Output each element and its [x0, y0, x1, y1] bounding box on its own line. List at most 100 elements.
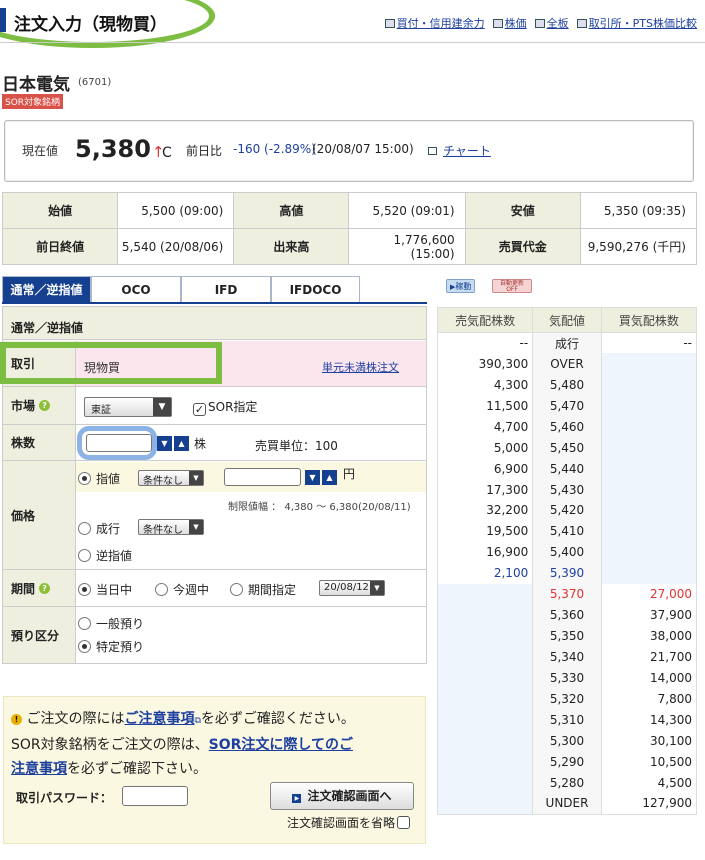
table-icon — [384, 19, 395, 28]
buy-qty: 27,000 — [600, 583, 698, 605]
odd-lot-link[interactable]: 単元未満株注文 — [322, 359, 399, 375]
sor-caution-link[interactable]: SOR注文に際してのご — [209, 737, 353, 753]
stop-order-radio[interactable]: 逆指値 — [78, 547, 132, 564]
price-down-button[interactable]: ▼ — [305, 470, 320, 485]
limit-price-input[interactable] — [224, 468, 301, 486]
yen-unit: 円 — [343, 467, 356, 481]
board-row: 16,900 5,400 — [436, 541, 698, 563]
link-full-board-text[interactable]: 全板 — [547, 17, 569, 30]
chart-link[interactable]: チャート — [428, 142, 491, 159]
period-date-value: 20/08/12 — [324, 582, 369, 593]
qty-label: 株数 — [3, 425, 75, 461]
chart-link-text[interactable]: チャート — [443, 144, 491, 158]
buy-qty — [600, 520, 698, 542]
buy-qty: 10,500 — [600, 751, 698, 773]
sell-qty — [436, 625, 534, 647]
link-buying-power[interactable]: 買付・信用建余力 — [384, 15, 485, 31]
deposit-general-radio[interactable]: 一般預り — [78, 615, 144, 632]
buy-qty: 21,700 — [600, 646, 698, 668]
board-row: 5,000 5,450 — [436, 437, 698, 459]
market-select-value: 東証 — [91, 405, 111, 416]
period-week-radio[interactable]: 今週中 — [155, 581, 209, 598]
notice-text-2a: SOR対象銘柄をご注文の際は、 — [11, 737, 209, 753]
link-full-board[interactable]: 全板 — [534, 15, 569, 31]
sell-qty — [436, 688, 534, 710]
confirm-order-button[interactable]: ▶ 注文確認画面へ — [270, 782, 414, 810]
link-buying-power-text[interactable]: 買付・信用建余力 — [397, 17, 485, 30]
sell-qty: 32,200 — [436, 500, 534, 521]
help-icon[interactable]: ? — [39, 400, 51, 411]
sor-caution-link-cont[interactable]: 注意事項 — [11, 761, 67, 777]
market-order-radio[interactable]: 成行 — [78, 520, 120, 537]
tab-ifd[interactable]: IFD — [181, 276, 271, 303]
sell-qty: 4,300 — [436, 374, 534, 396]
quote-price: 5,350 — [532, 625, 602, 647]
board-row: 5,350 38,000 — [436, 625, 698, 647]
quote-price: 5,470 — [532, 395, 602, 417]
limit-condition-select[interactable]: 条件なし ▼ — [138, 470, 204, 487]
link-stock-price-text[interactable]: 株価 — [505, 17, 527, 30]
sell-qty — [436, 772, 534, 794]
open-label: 始値 — [1, 192, 119, 229]
period-label-text: 期間 — [11, 581, 36, 596]
qty-down-button[interactable]: ▼ — [157, 436, 172, 451]
limit-radio[interactable]: 指値 — [78, 470, 120, 487]
market-condition-select[interactable]: 条件なし ▼ — [138, 519, 204, 536]
qty-up-button[interactable]: ▲ — [174, 436, 189, 451]
radio-icon[interactable] — [78, 617, 91, 630]
stock-name: 日本電気 — [2, 75, 70, 95]
buy-qty: 14,300 — [600, 709, 698, 731]
stock-code: (6701) — [78, 77, 112, 88]
period-date-select[interactable]: 20/08/12 ▼ — [319, 580, 385, 596]
password-input[interactable] — [122, 786, 188, 806]
radio-icon[interactable] — [230, 583, 243, 596]
checkbox-icon[interactable]: ✓ — [193, 403, 206, 416]
sor-checkbox[interactable]: ✓ SOR指定 — [193, 398, 257, 416]
radio-selected-icon[interactable] — [78, 640, 91, 653]
period-specify-radio[interactable]: 期間指定 — [230, 581, 296, 598]
period-today-radio[interactable]: 当日中 — [78, 581, 132, 598]
order-board: 売気配株数 気配値 買気配株数 -- 成行 -- 390,300 OVER 4,300 5,… — [436, 307, 698, 815]
radio-icon[interactable] — [155, 583, 168, 596]
current-price: 5,380 — [75, 135, 151, 163]
tab-ifdoco[interactable]: IFDOCO — [271, 276, 360, 303]
price-summary-table: 始値 5,500 (09:00) 高値 5,520 (09:01) 安値 5,3… — [1, 192, 698, 265]
price-flag: C — [162, 145, 172, 161]
radio-icon[interactable] — [78, 522, 91, 535]
board-row: 5,300 30,100 — [436, 730, 698, 752]
quote-price: 5,330 — [532, 667, 602, 689]
radio-selected-icon[interactable] — [78, 583, 91, 596]
board-refresh-button[interactable]: ▶稼動 — [446, 279, 476, 293]
caution-link[interactable]: ご注意事項 — [124, 711, 194, 727]
deposit-specific-radio[interactable]: 特定預り — [78, 638, 144, 655]
market-select[interactable]: 東証 ▼ — [84, 397, 172, 417]
radio-selected-icon[interactable] — [78, 472, 91, 485]
window-icon — [492, 19, 503, 28]
quote-price: 5,360 — [532, 604, 602, 626]
volume-value: 1,776,600 (15:00) — [348, 228, 466, 265]
link-stock-price[interactable]: 株価 — [492, 15, 527, 31]
tab-normal[interactable]: 通常／逆指値 — [2, 276, 91, 303]
odd-lot-link-text[interactable]: 単元未満株注文 — [322, 361, 399, 374]
buy-qty — [600, 479, 698, 500]
quote-price: 5,440 — [532, 458, 602, 480]
price-up-button[interactable]: ▲ — [322, 470, 337, 485]
buy-qty-header: 買気配株数 — [600, 307, 698, 333]
link-exchange-compare-text[interactable]: 取引所・PTS株価比較 — [589, 17, 697, 30]
buy-qty — [600, 562, 698, 584]
checkbox-icon[interactable] — [397, 816, 411, 829]
annotation-ellipse — [0, 0, 215, 48]
notice-line-3: 注意事項を必ずご確認下さい。 — [11, 757, 421, 781]
sell-qty — [436, 604, 534, 626]
tab-oco[interactable]: OCO — [91, 276, 181, 303]
skip-confirm-label: 注文確認画面を省略 — [287, 816, 396, 830]
help-icon[interactable]: ? — [39, 582, 51, 594]
auto-update-toggle[interactable]: 自動更新 OFF — [492, 279, 532, 293]
sell-qty — [436, 646, 534, 668]
link-exchange-compare[interactable]: 取引所・PTS株価比較 — [576, 15, 697, 31]
board-row: 6,900 5,440 — [436, 458, 698, 480]
board-row: 5,370 27,000 — [436, 583, 698, 605]
buy-qty — [600, 541, 698, 563]
radio-icon[interactable] — [78, 549, 91, 562]
skip-confirm[interactable]: 注文確認画面を省略 — [287, 814, 412, 831]
